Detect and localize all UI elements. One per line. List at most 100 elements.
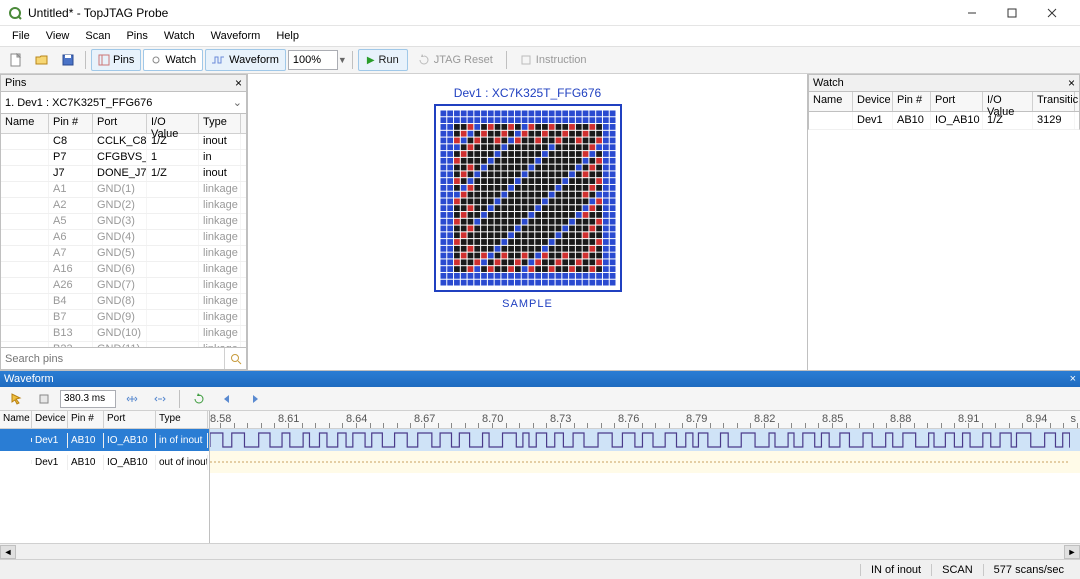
status-rate: 577 scans/sec: [983, 564, 1074, 576]
pins-pane-label: Pins: [113, 54, 134, 66]
chevron-down-icon[interactable]: ▼: [338, 55, 347, 65]
wf-col-type[interactable]: Type: [156, 411, 208, 428]
pins-header-label: Pins: [5, 77, 26, 89]
waveform-close-icon[interactable]: ×: [1070, 373, 1076, 385]
search-input[interactable]: [1, 348, 224, 369]
jtag-reset-label: JTAG Reset: [434, 54, 493, 66]
save-button[interactable]: [56, 49, 80, 71]
pin-row[interactable]: A1GND(1)linkage: [1, 182, 246, 198]
watch-col-pin[interactable]: Pin #: [893, 92, 931, 111]
watch-col-name[interactable]: Name: [809, 92, 853, 111]
zoom-out-button[interactable]: [148, 388, 172, 410]
wf-col-pin[interactable]: Pin #: [68, 411, 104, 428]
maximize-button[interactable]: [992, 1, 1032, 25]
menu-watch[interactable]: Watch: [156, 28, 203, 44]
instruction-button[interactable]: Instruction: [512, 49, 595, 71]
refresh-button[interactable]: [187, 388, 211, 410]
menu-view[interactable]: View: [38, 28, 78, 44]
pin-row[interactable]: B13GND(10)linkage: [1, 326, 246, 342]
watch-pane-label: Watch: [165, 54, 196, 66]
separator: [85, 51, 86, 69]
app-icon: [8, 6, 22, 20]
wf-col-port[interactable]: Port: [104, 411, 156, 428]
pins-pane-button[interactable]: Pins: [91, 49, 141, 71]
instruction-label: Instruction: [536, 54, 587, 66]
pin-row[interactable]: B4GND(8)linkage: [1, 294, 246, 310]
next-button[interactable]: [243, 388, 267, 410]
wf-col-name[interactable]: Name: [0, 411, 32, 428]
pin-row[interactable]: A2GND(2)linkage: [1, 198, 246, 214]
device-view: Dev1 : XC7K325T_FFG676 SAMPLE: [248, 74, 808, 370]
play-icon: ▶: [367, 55, 375, 66]
separator: [506, 51, 507, 69]
pins-col-type[interactable]: Type: [199, 114, 241, 133]
watch-header: Watch×: [808, 74, 1080, 92]
pins-col-port[interactable]: Port: [93, 114, 147, 133]
waveform-signal-row[interactable]: Dev1AB10IO_AB10out of inout: [0, 451, 209, 473]
pins-panel: Pins × 1. Dev1 : XC7K325T_FFG676⌄ Name Pi…: [0, 74, 248, 370]
scroll-left-button[interactable]: ◄: [0, 545, 16, 559]
watch-col-io[interactable]: I/O Value: [983, 92, 1033, 111]
waveform-pane-label: Waveform: [229, 54, 279, 66]
horizontal-scrollbar[interactable]: ◄ ►: [0, 543, 1080, 559]
pin-row[interactable]: A16GND(6)linkage: [1, 262, 246, 278]
device-label: 1. Dev1 : XC7K325T_FFG676: [5, 97, 152, 109]
jtag-reset-button[interactable]: JTAG Reset: [410, 49, 501, 71]
sample-label: SAMPLE: [502, 298, 553, 310]
watch-pane-button[interactable]: Watch: [143, 49, 203, 71]
status-scan: SCAN: [931, 564, 983, 576]
pin-row[interactable]: C8CCLK_C81/Zinout: [1, 134, 246, 150]
minimize-button[interactable]: [952, 1, 992, 25]
toolbar: Pins Watch Waveform ▼ ▶ Run JTAG Reset In…: [0, 46, 1080, 74]
wf-col-device[interactable]: Device: [32, 411, 68, 428]
separator: [352, 51, 353, 69]
pin-row[interactable]: A6GND(4)linkage: [1, 230, 246, 246]
new-button[interactable]: [4, 49, 28, 71]
scroll-right-button[interactable]: ►: [1064, 545, 1080, 559]
wave-row[interactable]: [210, 451, 1080, 473]
menubar: File View Scan Pins Watch Waveform Help: [0, 26, 1080, 46]
menu-help[interactable]: Help: [268, 28, 307, 44]
prev-button[interactable]: [215, 388, 239, 410]
record-button[interactable]: [32, 388, 56, 410]
pin-row[interactable]: A7GND(5)linkage: [1, 246, 246, 262]
bga-grid[interactable]: [434, 104, 622, 292]
run-label: Run: [379, 54, 399, 66]
open-button[interactable]: [30, 49, 54, 71]
pin-row[interactable]: J7DONE_J71/Zinout: [1, 166, 246, 182]
wave-row[interactable]: [210, 429, 1080, 451]
close-button[interactable]: [1032, 1, 1072, 25]
waveform-pane-button[interactable]: Waveform: [205, 49, 286, 71]
waveform-panel: Waveform× Name Device Pin # Port Type De…: [0, 370, 1080, 559]
menu-waveform[interactable]: Waveform: [203, 28, 269, 44]
run-button[interactable]: ▶ Run: [358, 49, 408, 71]
menu-scan[interactable]: Scan: [77, 28, 118, 44]
pin-row[interactable]: B7GND(9)linkage: [1, 310, 246, 326]
search-button[interactable]: [224, 348, 246, 369]
pin-row[interactable]: A5GND(3)linkage: [1, 214, 246, 230]
menu-pins[interactable]: Pins: [118, 28, 155, 44]
menu-file[interactable]: File: [4, 28, 38, 44]
watch-col-port[interactable]: Port: [931, 92, 983, 111]
waveform-header: Waveform×: [0, 371, 1080, 387]
zoom-in-button[interactable]: [120, 388, 144, 410]
pins-header: Pins ×: [0, 74, 247, 92]
pins-col-pin[interactable]: Pin #: [49, 114, 93, 133]
window-title: Untitled* - TopJTAG Probe: [28, 6, 952, 20]
watch-row[interactable]: Dev1AB10IO_AB101/Z3129: [808, 112, 1080, 130]
watch-col-device[interactable]: Device: [853, 92, 893, 111]
waveform-signal-row[interactable]: Dev1AB10IO_AB10in of inout: [0, 429, 209, 451]
cursor-button[interactable]: [4, 388, 28, 410]
time-input[interactable]: [60, 390, 116, 408]
pins-col-io[interactable]: I/O Value: [147, 114, 199, 133]
pins-close-icon[interactable]: ×: [235, 76, 242, 90]
pin-row[interactable]: P7CFGBVS_P71in: [1, 150, 246, 166]
zoom-select[interactable]: [288, 50, 338, 70]
pins-col-name[interactable]: Name: [1, 114, 49, 133]
statusbar: IN of inout SCAN 577 scans/sec: [0, 559, 1080, 579]
pin-row[interactable]: A26GND(7)linkage: [1, 278, 246, 294]
watch-col-trans[interactable]: Transitic: [1033, 92, 1075, 111]
device-selector[interactable]: 1. Dev1 : XC7K325T_FFG676⌄: [0, 92, 247, 114]
titlebar: Untitled* - TopJTAG Probe: [0, 0, 1080, 26]
watch-close-icon[interactable]: ×: [1068, 76, 1075, 90]
